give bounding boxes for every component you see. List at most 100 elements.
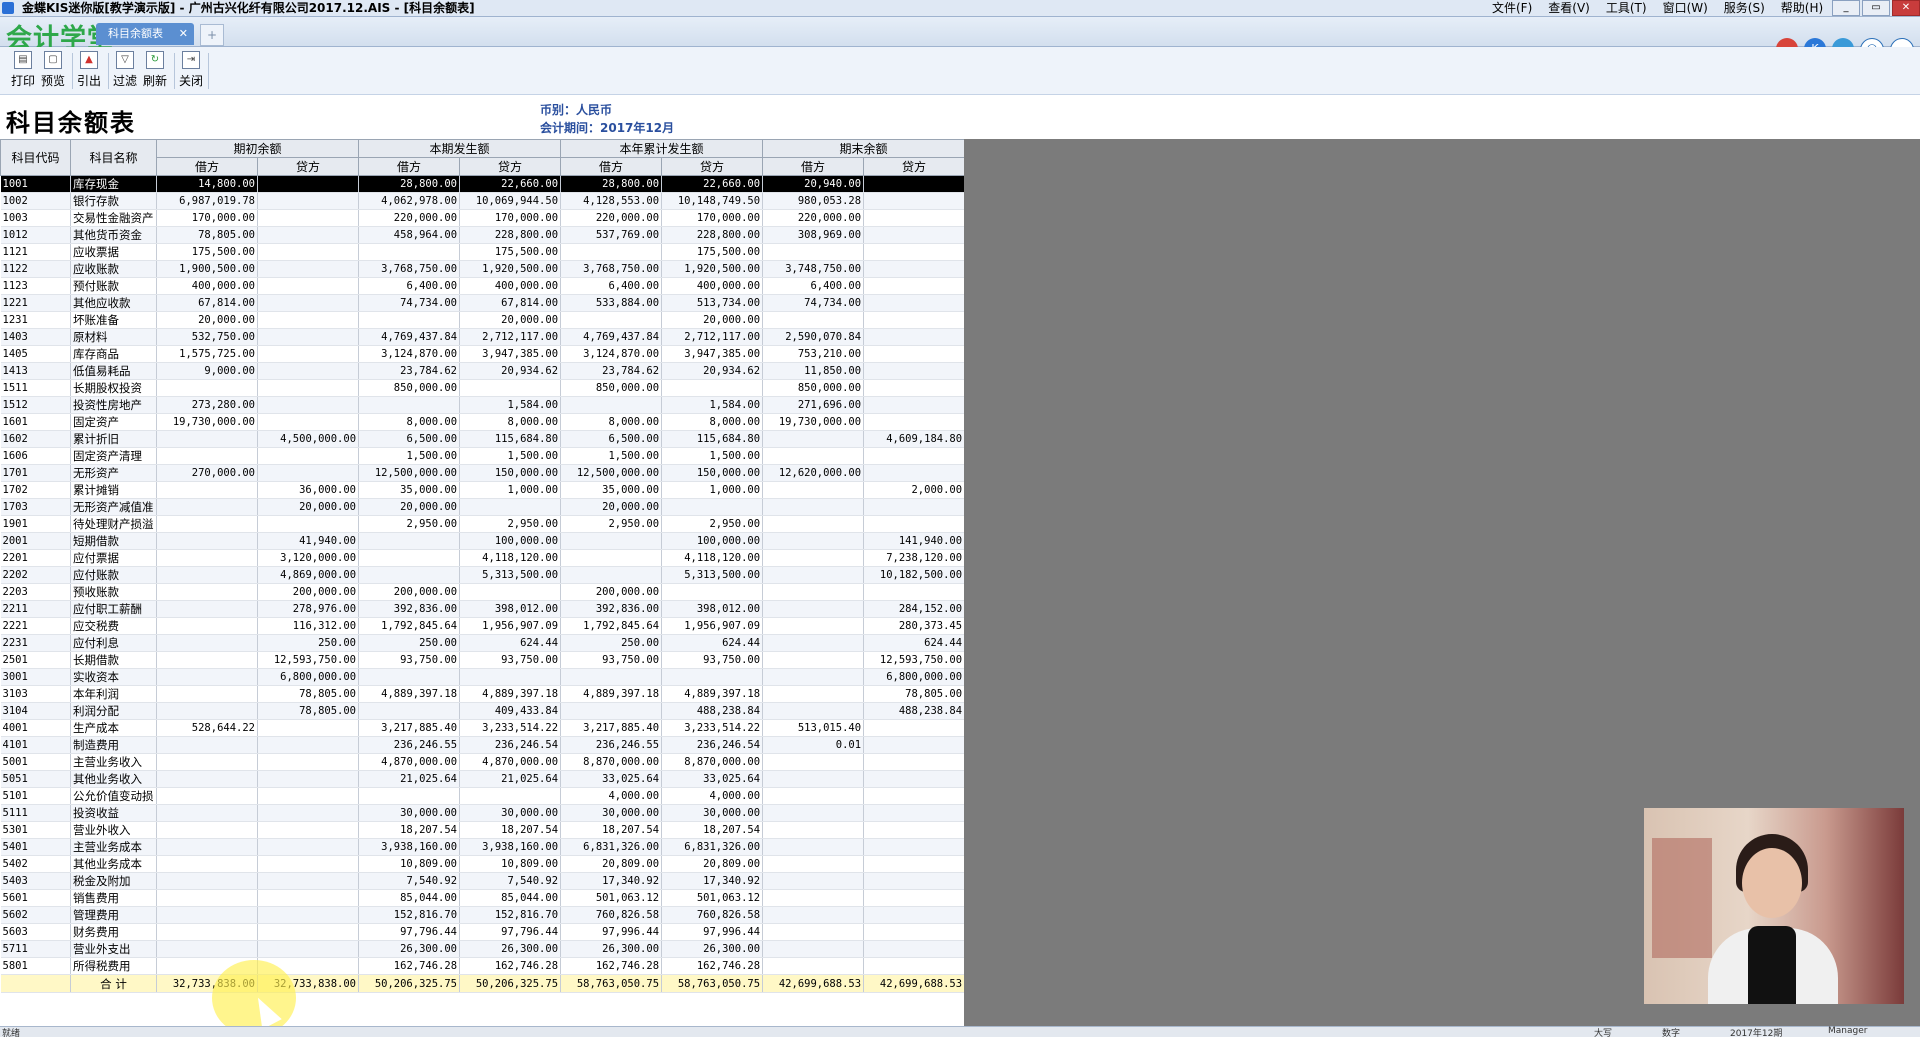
amount-cell[interactable]: 93,750.00 [459, 651, 562, 669]
account-code-cell[interactable]: 1002 [0, 192, 71, 210]
amount-cell[interactable]: 30,000.00 [560, 804, 663, 822]
amount-cell[interactable] [863, 464, 966, 482]
amount-cell[interactable] [762, 770, 865, 788]
table-row[interactable]: 5711 营业外支出 26,300.00 26,300.00 26,300.00 26,3… [0, 940, 966, 958]
amount-cell[interactable] [257, 821, 360, 839]
amount-cell[interactable]: 1,500.00 [661, 447, 764, 465]
amount-cell[interactable]: 3,938,160.00 [459, 838, 562, 856]
account-name-cell[interactable]: 主营业务成本 [70, 838, 157, 856]
amount-cell[interactable] [257, 855, 360, 873]
amount-cell[interactable]: 488,238.84 [661, 702, 764, 720]
account-name-cell[interactable]: 生产成本 [70, 719, 157, 737]
amount-cell[interactable]: 175,500.00 [459, 243, 562, 261]
table-row[interactable]: 2202 应付账款 4,869,000.00 5,313,500.00 5,313,50… [0, 566, 966, 584]
amount-cell[interactable]: 12,500,000.00 [358, 464, 461, 482]
amount-cell[interactable] [863, 447, 966, 465]
account-name-cell[interactable]: 库存现金 [70, 175, 157, 193]
amount-cell[interactable] [257, 311, 360, 329]
amount-cell[interactable] [762, 243, 865, 261]
amount-cell[interactable] [560, 668, 663, 686]
amount-cell[interactable] [863, 362, 966, 380]
account-name-cell[interactable]: 营业外收入 [70, 821, 157, 839]
balance-grid[interactable]: 科目代码 科目名称 期初余额 本期发生额 本年累计发生额 期末余额 借方 贷方 … [0, 139, 966, 993]
amount-cell[interactable] [762, 515, 865, 533]
amount-cell[interactable] [358, 532, 461, 550]
amount-cell[interactable] [762, 311, 865, 329]
table-row[interactable]: 5403 税金及附加 7,540.92 7,540.92 17,340.92 17,340… [0, 872, 966, 890]
table-row[interactable]: 1001 库存现金 14,800.00 28,800.00 22,660.00 28,80… [0, 175, 966, 193]
amount-cell[interactable] [863, 294, 966, 312]
amount-cell[interactable]: 250.00 [560, 634, 663, 652]
amount-cell[interactable] [156, 566, 258, 584]
amount-cell[interactable] [156, 447, 258, 465]
amount-cell[interactable]: 6,987,019.78 [156, 192, 258, 210]
account-name-cell[interactable]: 利润分配 [70, 702, 157, 720]
amount-cell[interactable] [156, 804, 258, 822]
account-name-cell[interactable]: 交易性金融资产 [70, 209, 157, 227]
account-name-cell[interactable]: 累计折旧 [70, 430, 157, 448]
amount-cell[interactable]: 624.44 [661, 634, 764, 652]
table-row[interactable]: 1606 固定资产清理 1,500.00 1,500.00 1,500.00 1,500.… [0, 447, 966, 465]
amount-cell[interactable] [863, 209, 966, 227]
amount-cell[interactable] [762, 481, 865, 499]
amount-cell[interactable]: 3,748,750.00 [762, 260, 865, 278]
account-name-cell[interactable]: 累计摊销 [70, 481, 157, 499]
amount-cell[interactable] [257, 345, 360, 363]
amount-cell[interactable] [863, 498, 966, 516]
amount-cell[interactable]: 6,831,326.00 [661, 838, 764, 856]
amount-cell[interactable]: 97,796.44 [459, 923, 562, 941]
amount-cell[interactable] [257, 464, 360, 482]
amount-cell[interactable]: 513,015.40 [762, 719, 865, 737]
table-row[interactable]: 5601 销售费用 85,044.00 85,044.00 501,063.12 501,… [0, 889, 966, 907]
amount-cell[interactable]: 6,500.00 [560, 430, 663, 448]
amount-cell[interactable]: 30,000.00 [459, 804, 562, 822]
amount-cell[interactable]: 513,734.00 [661, 294, 764, 312]
table-row[interactable]: 1003 交易性金融资产 170,000.00 220,000.00 170,000.0… [0, 209, 966, 227]
tab-account-balance[interactable]: 科目余额表 ✕ [96, 23, 194, 45]
account-name-cell[interactable]: 应收账款 [70, 260, 157, 278]
amount-cell[interactable] [863, 889, 966, 907]
amount-cell[interactable] [257, 277, 360, 295]
amount-cell[interactable] [863, 872, 966, 890]
account-name-cell[interactable]: 其他货币资金 [70, 226, 157, 244]
amount-cell[interactable]: 67,814.00 [459, 294, 562, 312]
amount-cell[interactable]: 270,000.00 [156, 464, 258, 482]
amount-cell[interactable]: 74,734.00 [762, 294, 865, 312]
amount-cell[interactable]: 3,233,514.22 [661, 719, 764, 737]
account-code-cell[interactable]: 1403 [0, 328, 71, 346]
amount-cell[interactable] [863, 192, 966, 210]
amount-cell[interactable] [560, 243, 663, 261]
amount-cell[interactable] [661, 668, 764, 686]
header-code[interactable]: 科目代码 [0, 139, 71, 176]
amount-cell[interactable] [156, 923, 258, 941]
amount-cell[interactable] [863, 413, 966, 431]
amount-cell[interactable]: 12,593,750.00 [863, 651, 966, 669]
menu-tools[interactable]: 工具(T) [1600, 0, 1653, 16]
table-row[interactable]: 2203 预收账款 200,000.00 200,000.00 200,000.00 [0, 583, 966, 601]
table-row[interactable]: 2201 应付票据 3,120,000.00 4,118,120.00 4,118,12… [0, 549, 966, 567]
account-name-cell[interactable]: 投资收益 [70, 804, 157, 822]
account-name-cell[interactable]: 长期股权投资 [70, 379, 157, 397]
amount-cell[interactable]: 20,000.00 [156, 311, 258, 329]
amount-cell[interactable]: 1,584.00 [459, 396, 562, 414]
amount-cell[interactable] [156, 821, 258, 839]
amount-cell[interactable]: 152,816.70 [459, 906, 562, 924]
amount-cell[interactable] [358, 668, 461, 686]
amount-cell[interactable] [257, 923, 360, 941]
header-name[interactable]: 科目名称 [70, 139, 157, 176]
account-name-cell[interactable]: 本年利润 [70, 685, 157, 703]
amount-cell[interactable] [762, 804, 865, 822]
amount-cell[interactable] [156, 685, 258, 703]
amount-cell[interactable]: 22,660.00 [661, 175, 764, 193]
amount-cell[interactable] [257, 379, 360, 397]
amount-cell[interactable] [156, 515, 258, 533]
amount-cell[interactable]: 170,000.00 [661, 209, 764, 227]
amount-cell[interactable] [762, 549, 865, 567]
account-code-cell[interactable]: 1003 [0, 209, 71, 227]
print-button[interactable]: ▤ 打印 [8, 51, 38, 91]
amount-cell[interactable] [257, 413, 360, 431]
amount-cell[interactable]: 162,746.28 [358, 957, 461, 975]
amount-cell[interactable] [762, 940, 865, 958]
amount-cell[interactable]: 26,300.00 [358, 940, 461, 958]
amount-cell[interactable]: 78,805.00 [863, 685, 966, 703]
